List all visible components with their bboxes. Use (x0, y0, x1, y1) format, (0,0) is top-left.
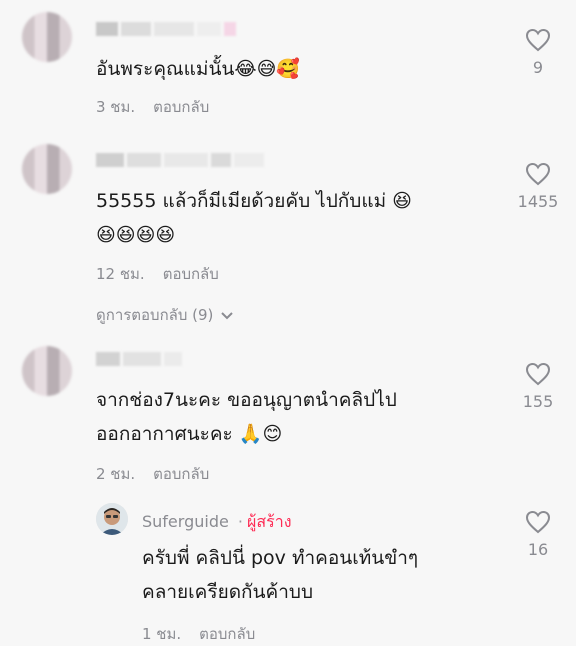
comment-text: 55555 แล้วก็มีเมียด้วยคับ ไปกับแม่ 😆 😆😆😆… (96, 190, 412, 246)
username-blurred[interactable] (96, 153, 264, 167)
separator: · (237, 512, 243, 531)
avatar[interactable] (22, 144, 72, 194)
comment-time: 12 ชม. (96, 265, 145, 283)
heart-outline-icon (525, 510, 551, 534)
reply-text: ครับพี่ คลิปนี่ pov ทำคอนเท้นขำๆ คลายเคร… (142, 547, 419, 603)
comment-time: 2 ชม. (96, 465, 136, 483)
comment-meta: 3 ชม. ตอบกลับ (96, 95, 209, 119)
comment-time: 3 ชม. (96, 98, 136, 116)
creator-avatar[interactable] (96, 503, 128, 535)
reply-button[interactable]: ตอบกลับ (163, 265, 219, 283)
reply-button[interactable]: ตอบกลับ (153, 98, 209, 116)
username-blurred[interactable] (96, 352, 182, 366)
like-button[interactable]: 155 (508, 362, 568, 411)
like-button[interactable]: 9 (508, 28, 568, 77)
avatar[interactable] (22, 12, 72, 62)
view-replies-button[interactable]: ดูการตอบกลับ (9) (96, 303, 234, 327)
heart-outline-icon (525, 162, 551, 186)
comment-meta: 2 ชม. ตอบกลับ (96, 462, 209, 486)
comment-text: จากช่อง7นะคะ ขออนุญาตนำคลิปไป ออกอากาศนะ… (96, 389, 397, 445)
heart-outline-icon (525, 362, 551, 386)
like-button[interactable]: 1455 (508, 162, 568, 211)
creator-badge: ผู้สร้าง (247, 512, 292, 531)
like-count: 16 (527, 540, 549, 559)
like-count: 1455 (517, 192, 559, 211)
like-count: 9 (532, 58, 544, 77)
like-button[interactable]: 16 (508, 510, 568, 559)
reply-button[interactable]: ตอบกลับ (153, 465, 209, 483)
reply-time: 1 ชม. (142, 625, 182, 643)
creator-name-line: Suferguide · ผู้สร้าง (142, 510, 292, 535)
like-count: 155 (522, 392, 554, 411)
username-blurred[interactable] (96, 22, 236, 36)
avatar[interactable] (22, 346, 72, 396)
creator-username[interactable]: Suferguide (142, 512, 229, 531)
chevron-down-icon (221, 311, 233, 319)
reply-button[interactable]: ตอบกลับ (199, 625, 255, 643)
comment-meta: 12 ชม. ตอบกลับ (96, 262, 219, 286)
comment-text: อันพระคุณแม่นั้น😂😅🥰 (96, 58, 301, 80)
heart-outline-icon (525, 28, 551, 52)
reply-meta: 1 ชม. ตอบกลับ (142, 622, 255, 646)
